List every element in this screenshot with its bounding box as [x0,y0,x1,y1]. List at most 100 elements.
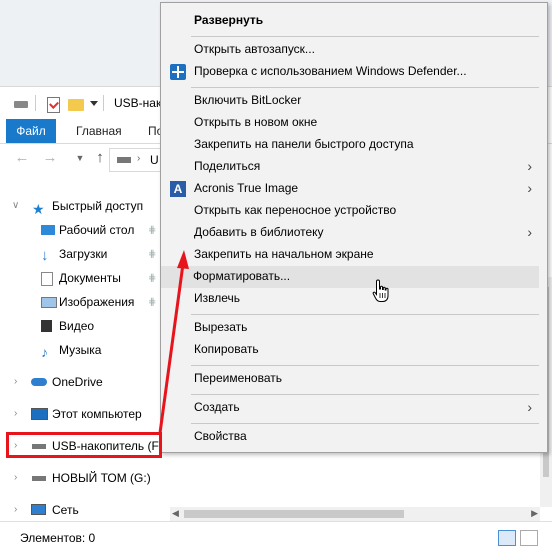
menu-item-rename[interactable]: Переименовать [162,368,546,390]
navigation-pane: ∨ ★ Быстрый доступ Рабочий стол ⋕ ↓ Загр… [0,187,170,527]
nav-item-label: Видео [59,319,95,333]
menu-item-eject[interactable]: Извлечь [162,288,546,310]
menu-item-open-portable[interactable]: Открыть как переносное устройство [162,200,546,222]
status-bar: Элементов: 0 [0,521,552,553]
large-icons-view-icon[interactable] [520,530,538,546]
drive-icon [14,101,28,108]
chevron-down-icon[interactable] [90,101,98,106]
pin-icon[interactable]: ⋕ [148,249,156,260]
menu-item-label: Развернуть [194,13,264,27]
menu-item-label: Открыть в новом окне [194,115,318,129]
menu-item-format[interactable]: Форматировать... [161,266,539,288]
nav-item-label: Загрузки [59,247,108,261]
desktop-folder-icon [41,225,55,235]
menu-item-copy[interactable]: Копировать [162,339,546,361]
nav-item-label: Изображения [59,295,135,309]
drive-icon [117,157,131,163]
menu-item-add-to-library[interactable]: Добавить в библиотеку › [162,222,546,244]
cloud-icon [31,378,47,386]
chevron-right-icon: › [527,180,532,196]
menu-item-defender-scan[interactable]: Проверка с использованием Windows Defend… [162,61,546,83]
pictures-icon [41,297,57,308]
chevron-right-icon: › [527,224,532,240]
menu-item-label: Закрепить на начальном экране [194,247,374,261]
menu-item-label: Добавить в библиотеку [194,225,324,239]
menu-item-open-new-window[interactable]: Открыть в новом окне [162,112,546,134]
horizontal-scrollbar[interactable]: ◀ ▶ [170,507,540,521]
menu-separator [191,423,539,424]
chevron-right-icon: › [527,399,532,415]
nav-item-label: Музыка [59,343,102,357]
menu-item-label: Открыть автозапуск... [194,42,315,56]
menu-separator [191,314,539,315]
new-folder-icon[interactable] [68,99,84,111]
tab-file[interactable]: Файл [6,119,56,143]
menu-item-cut[interactable]: Вырезать [162,317,546,339]
menu-separator [191,87,539,88]
chevron-right-icon: › [527,158,532,174]
menu-item-expand[interactable]: Развернуть [162,10,546,32]
menu-item-properties[interactable]: Свойства [162,426,546,448]
tab-home[interactable]: Главная [62,119,136,143]
nav-item-label: Быстрый доступ [52,199,144,213]
video-icon [41,320,52,332]
expand-chevron-icon[interactable]: › [14,467,24,489]
divider [103,95,104,111]
documents-icon [41,272,53,286]
windows-defender-icon [170,64,186,80]
nav-item-label: Документы [59,271,121,285]
menu-item-label: Закрепить на панели быстрого доступа [194,137,414,151]
downloads-icon: ↓ [41,247,49,264]
menu-item-label: Свойства [194,429,247,443]
pin-icon[interactable]: ⋕ [148,225,156,236]
expand-chevron-icon[interactable]: ∨ [12,195,22,217]
drive-icon [32,476,46,481]
menu-item-label: Переименовать [194,371,282,385]
menu-item-label: Включить BitLocker [194,93,302,107]
menu-item-share[interactable]: Поделиться › [162,156,546,178]
menu-item-label: Извлечь [194,291,241,305]
pin-icon[interactable]: ⋕ [148,297,156,308]
pin-icon[interactable]: ⋕ [148,273,156,284]
menu-item-pin-quick-access[interactable]: Закрепить на панели быстрого доступа [162,134,546,156]
menu-item-label: Форматировать... [193,269,291,283]
menu-item-autoplay[interactable]: Открыть автозапуск... [162,39,546,61]
up-arrow-icon[interactable]: ↑ [92,150,108,166]
forward-arrow-icon[interactable]: → [42,150,58,166]
expand-chevron-icon[interactable]: › [14,403,24,425]
nav-item-label: Этот компьютер [52,407,142,421]
menu-item-label: Создать [194,400,240,414]
nav-item-label: Сеть [52,503,79,517]
computer-icon [31,408,48,420]
scrollbar-thumb[interactable] [184,510,404,518]
scroll-left-arrow-icon[interactable]: ◀ [172,508,179,519]
hand-cursor-icon [372,279,389,302]
menu-separator [191,36,539,37]
menu-item-label: Acronis True Image [194,181,299,195]
menu-item-pin-start[interactable]: Закрепить на начальном экране [162,244,546,266]
menu-item-label: Поделиться [194,159,261,173]
scroll-right-arrow-icon[interactable]: ▶ [531,508,538,519]
menu-item-label: Открыть как переносное устройство [194,203,397,217]
nav-item-label: НОВЫЙ ТОМ (G:) [52,471,151,485]
menu-item-acronis[interactable]: A Acronis True Image › [162,178,546,200]
nav-item-label: OneDrive [52,375,103,389]
breadcrumb-chevron-icon[interactable]: › [137,153,140,164]
back-arrow-icon[interactable]: ← [14,150,30,166]
menu-item-new[interactable]: Создать › [162,397,546,419]
menu-item-label: Вырезать [194,320,248,334]
star-icon: ★ [32,201,45,217]
address-text: U [150,153,159,167]
usb-drive-highlight-box [6,432,162,458]
recent-locations-chevron-icon[interactable]: ▼ [72,150,88,166]
music-icon: ♪ [41,344,48,360]
menu-item-label: Проверка с использованием Windows Defend… [194,64,467,78]
expand-chevron-icon[interactable]: › [14,499,24,521]
details-view-icon[interactable] [498,530,516,546]
nav-item-label: Рабочий стол [59,223,135,237]
menu-item-bitlocker[interactable]: Включить BitLocker [162,90,546,112]
properties-icon[interactable] [47,97,60,113]
expand-chevron-icon[interactable]: › [14,371,24,393]
menu-item-label: Копировать [194,342,259,356]
menu-separator [191,365,539,366]
